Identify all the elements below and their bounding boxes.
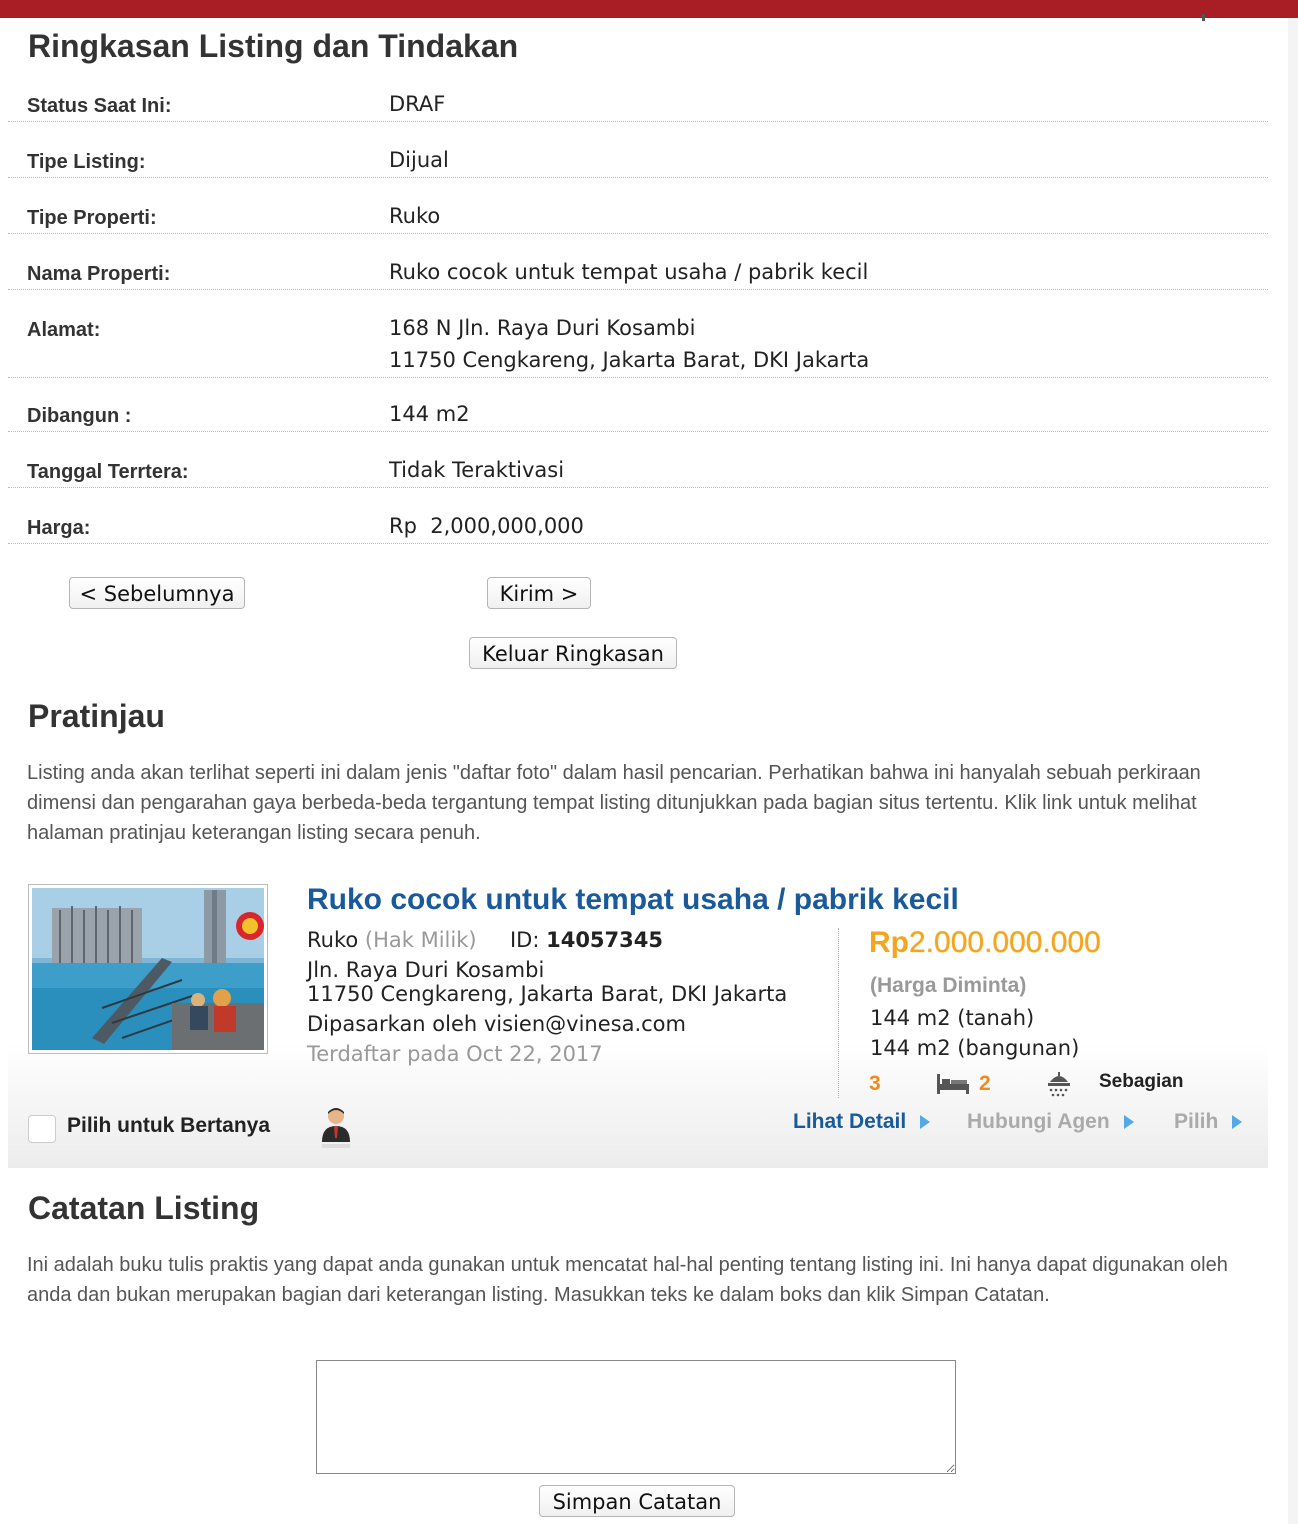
submit-button[interactable]: Kirim > xyxy=(487,577,591,609)
agent-avatar-icon[interactable] xyxy=(320,1106,352,1155)
save-notes-button[interactable]: Simpan Catatan xyxy=(539,1485,735,1517)
price-note: (Harga Diminta) xyxy=(870,974,1027,997)
right-gutter xyxy=(1288,18,1298,1524)
row-value: Ruko xyxy=(389,204,441,228)
notes-textarea[interactable] xyxy=(316,1360,956,1474)
select-to-inquire-checkbox[interactable] xyxy=(28,1115,56,1143)
row-label: Nama Properti: xyxy=(27,263,171,285)
notes-description: Ini adalah buku tulis praktis yang dapat… xyxy=(27,1254,1228,1306)
listing-title-link[interactable]: Ruko cocok untuk tempat usaha / pabrik k… xyxy=(307,883,959,917)
row-label: Tipe Listing: xyxy=(27,151,146,173)
row-value: Dijual xyxy=(389,148,449,172)
listing-ownership: (Hak Milik) xyxy=(364,928,477,952)
summary-row-listing-type: Tipe Listing: Dijual xyxy=(8,144,1268,178)
summary-row-price: Harga: Rp 2,000,000,000 xyxy=(8,510,1268,544)
top-brand-bar xyxy=(0,0,1298,18)
previous-button[interactable]: < Sebelumnya xyxy=(69,577,245,609)
listing-type: Ruko xyxy=(307,928,359,952)
row-value: Ruko cocok untuk tempat usaha / pabrik k… xyxy=(389,260,869,284)
shower-icon xyxy=(1046,1070,1072,1103)
notes-title: Catatan Listing xyxy=(28,1190,260,1226)
bathroom-count: 2 xyxy=(979,1072,991,1095)
row-value: Tidak Teraktivasi xyxy=(389,458,565,482)
row-label: Tipe Properti: xyxy=(27,207,157,229)
arrow-right-icon xyxy=(1123,1115,1134,1130)
arrow-right-icon xyxy=(920,1115,931,1130)
row-label: Status Saat Ini: xyxy=(27,95,172,117)
exit-summary-button[interactable]: Keluar Ringkasan xyxy=(469,637,677,669)
listing-photo[interactable] xyxy=(28,884,268,1054)
listing-id-label: ID: xyxy=(509,928,540,952)
select-to-inquire-label: Pilih untuk Bertanya xyxy=(67,1114,271,1137)
summary-title: Ringkasan Listing dan Tindakan xyxy=(28,28,519,64)
contact-agent-link[interactable]: Hubungi Agen xyxy=(967,1110,1134,1134)
listing-price: Rp2.000.000.000 xyxy=(869,926,1101,960)
view-detail-link[interactable]: Lihat Detail xyxy=(793,1110,931,1134)
listing-type-line: Ruko (Hak Milik) ID: 14057345 xyxy=(307,928,663,952)
bed-icon xyxy=(936,1072,970,1101)
card-divider xyxy=(838,928,839,1098)
row-label: Dibangun : xyxy=(27,405,132,427)
price-amount: 2.000.000.000 xyxy=(909,926,1101,959)
summary-row-property-type: Tipe Properti: Ruko xyxy=(8,200,1268,234)
bedroom-count: 3 xyxy=(869,1072,881,1095)
price-currency: Rp xyxy=(869,926,909,959)
furnishing-status: Sebagian xyxy=(1099,1071,1184,1092)
row-value: 144 m2 xyxy=(389,402,470,426)
listing-preview-card: Ruko cocok untuk tempat usaha / pabrik k… xyxy=(8,868,1268,1168)
top-bar-tick xyxy=(1202,14,1205,21)
preview-description: Listing anda akan terlihat seperti ini d… xyxy=(27,762,1201,844)
listing-photo-image xyxy=(32,888,264,1050)
row-label: Alamat: xyxy=(27,319,101,341)
summary-row-status: Status Saat Ini: DRAF xyxy=(8,88,1268,122)
summary-row-property-name: Nama Properti: Ruko cocok untuk tempat u… xyxy=(8,256,1268,290)
contact-agent-label: Hubungi Agen xyxy=(967,1110,1110,1133)
choose-label: Pilih xyxy=(1174,1110,1219,1133)
row-value: 168 N Jln. Raya Duri Kosambi xyxy=(389,316,696,340)
row-value: DRAF xyxy=(389,92,446,116)
preview-title: Pratinjau xyxy=(28,698,165,734)
row-label: Harga: xyxy=(27,517,91,539)
row-label: Tanggal Terrtera: xyxy=(27,461,189,483)
land-area: 144 m2 (tanah) xyxy=(870,1006,1035,1030)
listing-marketed-by: Dipasarkan oleh visien@vinesa.com xyxy=(307,1012,686,1036)
row-value-line2: 11750 Cengkareng, Jakarta Barat, DKI Jak… xyxy=(389,348,870,372)
listing-city: 11750 Cengkareng, Jakarta Barat, DKI Jak… xyxy=(307,982,788,1006)
summary-row-built: Dibangun : 144 m2 xyxy=(8,398,1268,432)
summary-row-date: Tanggal Terrtera: Tidak Teraktivasi xyxy=(8,454,1268,488)
building-area: 144 m2 (bangunan) xyxy=(870,1036,1080,1060)
row-value: Rp 2,000,000,000 xyxy=(389,514,584,538)
listing-street: Jln. Raya Duri Kosambi xyxy=(307,958,545,982)
view-detail-label: Lihat Detail xyxy=(793,1110,907,1133)
listing-id-value: 14057345 xyxy=(546,928,663,952)
choose-link[interactable]: Pilih xyxy=(1174,1110,1243,1134)
listing-date: Terdaftar pada Oct 22, 2017 xyxy=(307,1042,603,1066)
summary-row-address: Alamat: 168 N Jln. Raya Duri Kosambi 117… xyxy=(8,312,1268,378)
arrow-right-icon xyxy=(1232,1115,1243,1130)
